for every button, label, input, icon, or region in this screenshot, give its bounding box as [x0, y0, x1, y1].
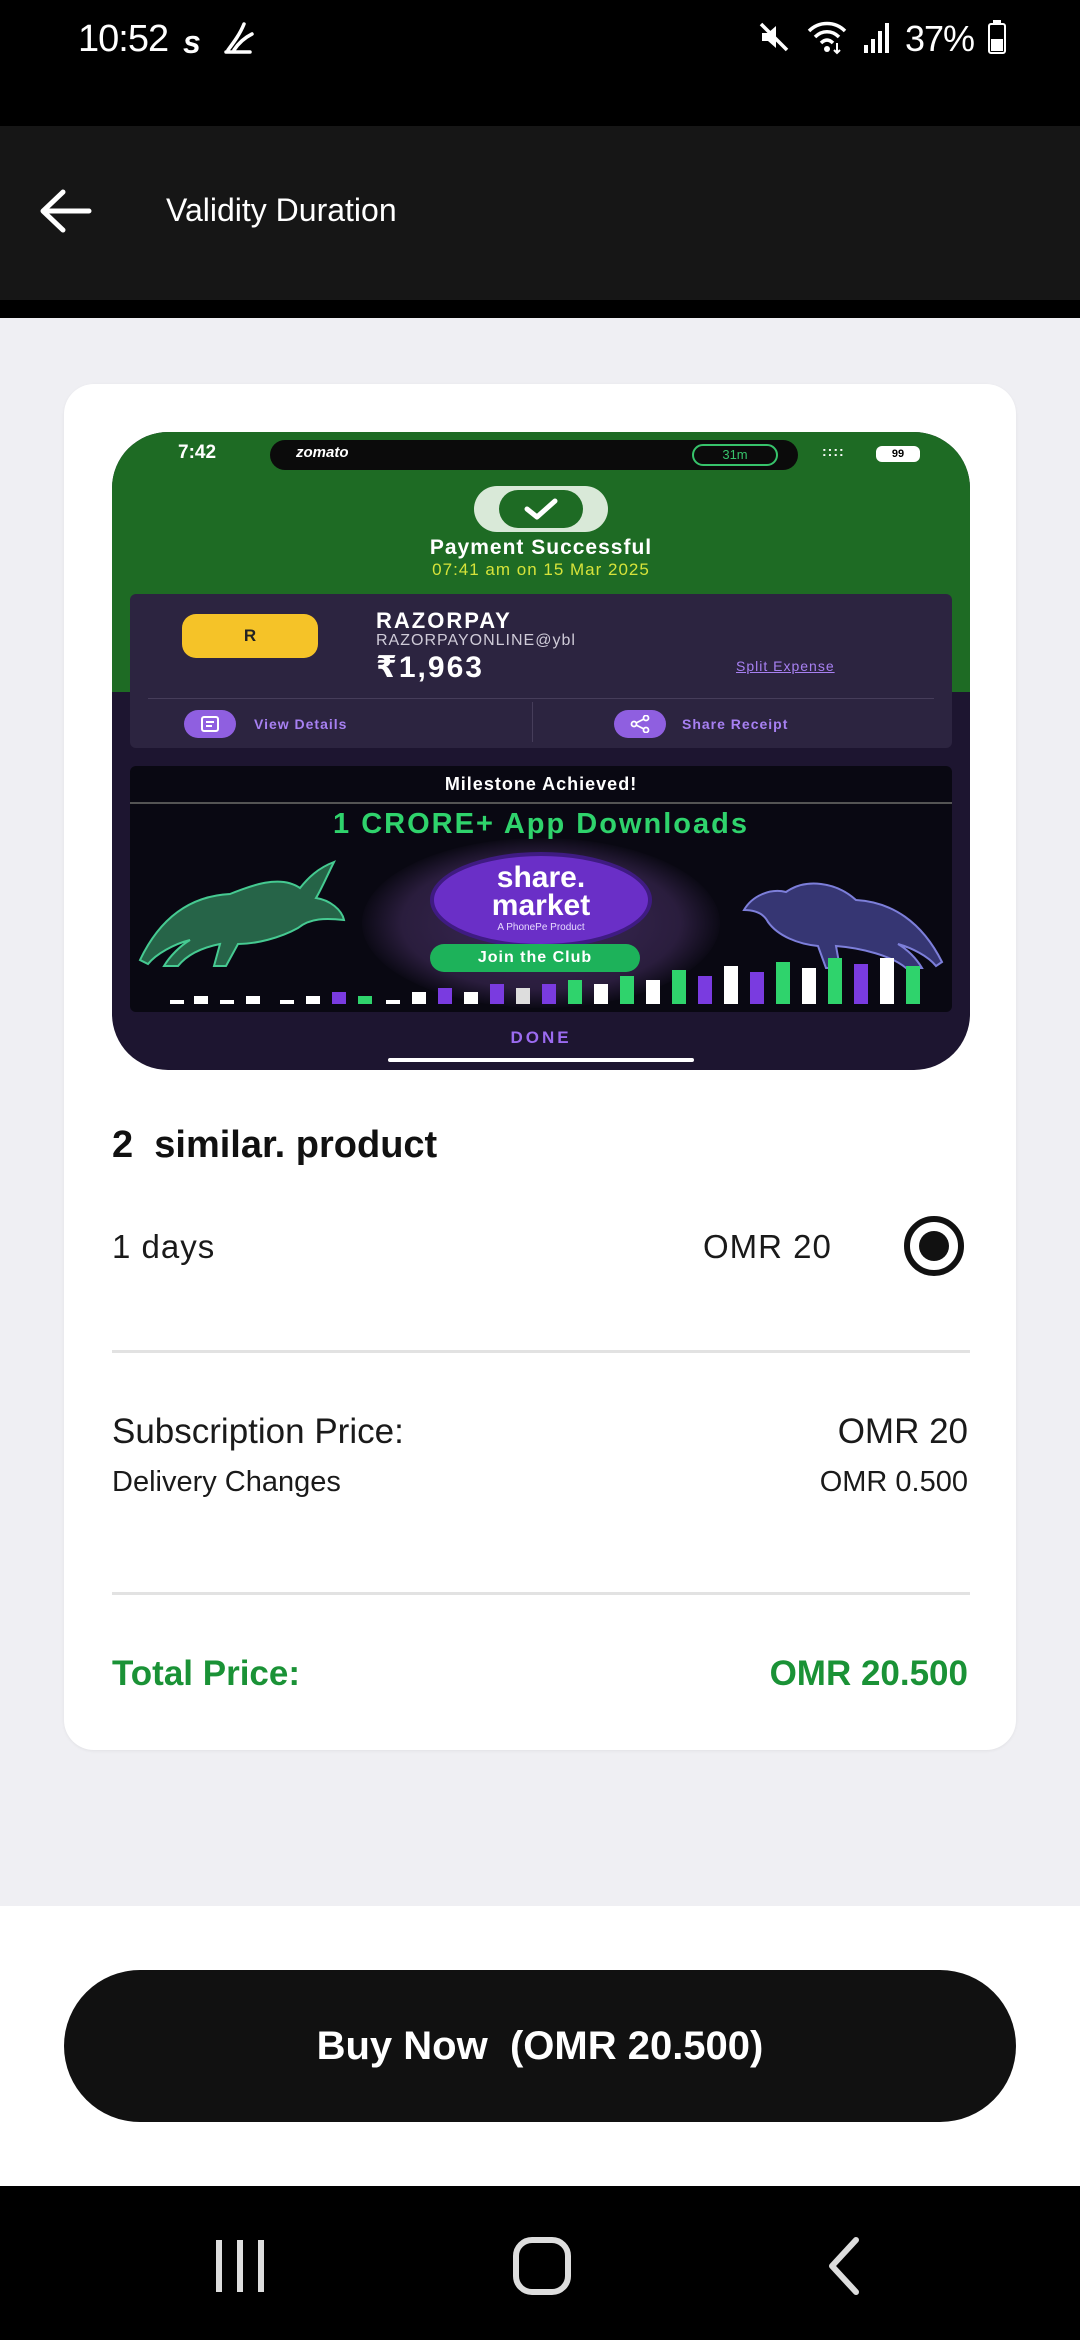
receipt-done-button: DONE — [510, 1028, 572, 1047]
app-bar-shadow — [0, 300, 1080, 320]
split-expense-link: Split Expense — [736, 658, 835, 674]
status-bar: 10:52 s 37% — [0, 0, 1080, 80]
divider — [112, 1592, 970, 1595]
merchant-name: RAZORPAY — [376, 608, 512, 633]
arrow-left-icon — [40, 189, 92, 233]
plan-price: OMR 20 — [703, 1228, 832, 1265]
battery-icon — [988, 19, 1006, 59]
banner-milestone: Milestone Achieved! — [444, 774, 638, 794]
recent-apps-icon — [216, 2240, 264, 2292]
share-receipt-link: Share Receipt — [682, 716, 789, 732]
receipt-timer: 31m — [692, 444, 778, 466]
plan-duration: 1 days — [112, 1228, 216, 1265]
wifi-icon — [805, 19, 849, 60]
product-card: 7:42 zomato 31m :::: 99 Payment Successf… — [64, 384, 1016, 1750]
merchant-vpa: RAZORPAYONLINE@ybl — [376, 632, 576, 649]
bottom-action-bar: Buy Now (OMR 20.500) — [0, 1906, 1080, 2186]
product-image: 7:42 zomato 31m :::: 99 Payment Successf… — [112, 432, 970, 1070]
receipt-battery: 99 — [876, 446, 920, 462]
subscription-price-value: OMR 20 — [837, 1412, 968, 1451]
total-price-value: OMR 20.500 — [769, 1654, 968, 1693]
home-icon — [513, 2237, 571, 2295]
subscription-price-label: Subscription Price: — [112, 1412, 404, 1451]
view-details-link: View Details — [254, 716, 348, 732]
sharemarket-logo: share. market A PhonePe Product — [430, 852, 652, 948]
receipt-merchant-panel: R RAZORPAY RAZORPAYONLINE@ybl ₹1,963 Spl… — [130, 594, 952, 748]
status-app-letter: s — [183, 24, 201, 60]
receipt-time: 7:42 — [178, 442, 217, 463]
home-button[interactable] — [502, 2226, 582, 2306]
plan-radio-button[interactable] — [904, 1216, 964, 1276]
mute-icon — [757, 20, 791, 59]
radio-selected-dot — [919, 1231, 949, 1261]
chevron-left-icon — [829, 2237, 859, 2295]
receipt-status-date: 07:41 am on 15 Mar 2025 — [432, 560, 650, 579]
plan-option[interactable]: 1 days OMR 20 — [112, 1216, 970, 1306]
receipt-status-title: Payment Successful — [429, 536, 653, 559]
system-nav-bar — [0, 2186, 1080, 2340]
buy-now-button[interactable]: Buy Now (OMR 20.500) — [64, 1970, 1016, 2122]
promo-banner: Milestone Achieved! 1 CRORE+ App Downloa… — [130, 766, 952, 1012]
app-bar: Validity Duration — [0, 126, 1080, 300]
product-title: 2 similar. product — [112, 1124, 438, 1166]
receipt-home-indicator — [388, 1058, 694, 1062]
logo-line2: market — [491, 889, 591, 922]
receipt-vdivider — [532, 702, 533, 742]
delivery-charges-value: OMR 0.500 — [819, 1466, 968, 1498]
signal-icon — [863, 21, 891, 58]
receipt-amount: ₹1,963 — [376, 651, 484, 684]
document-icon — [184, 710, 236, 738]
main-content[interactable]: 7:42 zomato 31m :::: 99 Payment Successf… — [0, 318, 1080, 1906]
checkmark-icon — [474, 486, 608, 532]
logo-sub: A PhonePe Product — [497, 922, 585, 933]
banner-bars — [170, 958, 920, 1004]
divider — [112, 1350, 970, 1353]
status-time: 10:52 — [78, 18, 169, 60]
banner-rule — [130, 802, 952, 804]
banner-headline: 1 CRORE+ App Downloads — [333, 808, 749, 840]
back-button[interactable] — [30, 176, 100, 246]
merchant-avatar: R — [182, 614, 318, 658]
system-back-button[interactable] — [804, 2226, 884, 2306]
total-price-label: Total Price: — [112, 1654, 301, 1693]
receipt-brand: zomato — [296, 444, 349, 461]
receipt-signal-icon: :::: — [822, 443, 845, 459]
swoosh-icon — [222, 20, 256, 61]
battery-percent: 37% — [904, 18, 975, 59]
page-title: Validity Duration — [166, 192, 397, 228]
delivery-charges-label: Delivery Changes — [112, 1466, 341, 1498]
receipt-divider — [148, 698, 934, 699]
status-icons: 37% — [757, 18, 1006, 60]
share-icon — [614, 710, 666, 738]
recent-apps-button[interactable] — [200, 2226, 280, 2306]
